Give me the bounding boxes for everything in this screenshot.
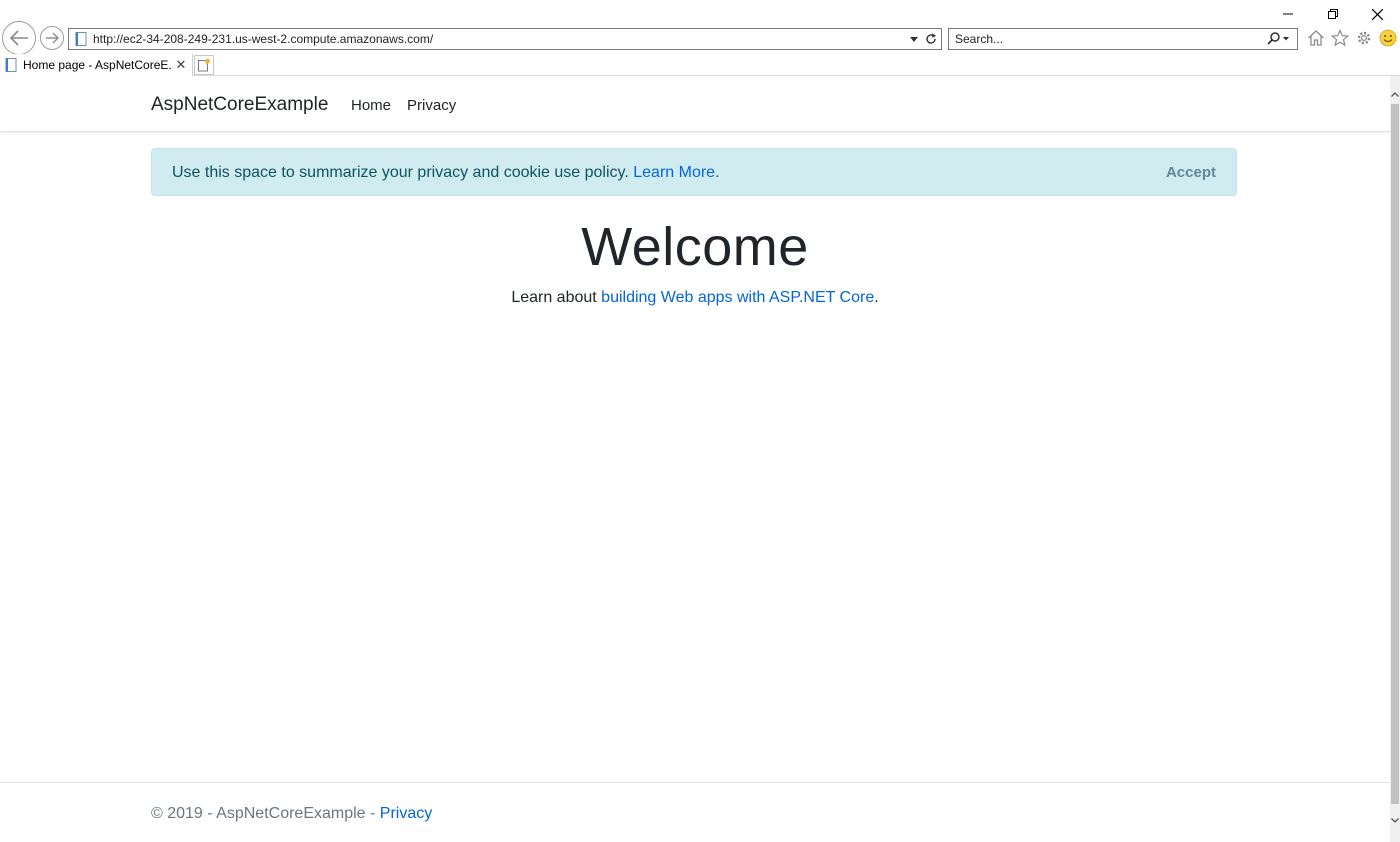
toolbar-icons	[1306, 27, 1398, 49]
address-bar[interactable]: http://ec2-34-208-249-231.us-west-2.comp…	[68, 28, 942, 50]
cookie-text-end: .	[715, 164, 720, 181]
browser-chrome: http://ec2-34-208-249-231.us-west-2.comp…	[0, 0, 1400, 76]
accept-cookies-button[interactable]: Accept	[1166, 164, 1216, 181]
address-dropdown-button[interactable]	[907, 29, 921, 49]
tab-home-page[interactable]: Home page - AspNetCoreE... ✕	[0, 54, 193, 76]
vertical-scrollbar[interactable]	[1390, 76, 1400, 842]
settings-button[interactable]	[1354, 27, 1374, 49]
site-footer: © 2019 - AspNetCoreExample - Privacy	[0, 782, 1390, 842]
new-tab-button[interactable]	[194, 55, 214, 75]
footer-copyright: © 2019 - AspNetCoreExample -	[151, 805, 376, 822]
page-icon	[73, 31, 89, 47]
feedback-button[interactable]	[1378, 27, 1398, 49]
new-tab-icon	[198, 58, 210, 72]
close-window-button[interactable]	[1355, 4, 1400, 24]
home-button[interactable]	[1306, 27, 1326, 49]
search-button[interactable]	[1261, 29, 1297, 49]
lead-suffix: .	[874, 289, 879, 306]
minimize-icon	[1282, 13, 1293, 15]
scrollbar-thumb[interactable]	[1391, 104, 1399, 804]
forward-arrow-icon	[46, 32, 59, 44]
address-url[interactable]: http://ec2-34-208-249-231.us-west-2.comp…	[93, 32, 907, 46]
nav-link-home[interactable]: Home	[351, 97, 391, 114]
chevron-down-icon	[1391, 817, 1399, 823]
cookie-policy-text: Use this space to summarize your privacy…	[172, 164, 629, 181]
back-button[interactable]	[2, 21, 36, 55]
lead-paragraph: Learn about building Web apps with ASP.N…	[0, 289, 1390, 307]
restore-icon	[1327, 9, 1338, 19]
navbar-links: Home Privacy	[351, 97, 456, 114]
search-icon	[1267, 32, 1289, 45]
close-icon	[1372, 8, 1383, 20]
footer-text: © 2019 - AspNetCoreExample - Privacy	[151, 805, 432, 823]
tab-title: Home page - AspNetCoreE...	[23, 58, 173, 72]
search-bar[interactable]	[948, 28, 1298, 50]
nav-link-privacy[interactable]: Privacy	[407, 97, 456, 114]
cookie-consent-text: Use this space to summarize your privacy…	[172, 164, 720, 182]
favorites-star-icon	[1331, 29, 1349, 47]
dropdown-icon	[910, 36, 918, 42]
minimize-button[interactable]	[1265, 4, 1310, 24]
window-controls	[1260, 4, 1400, 24]
chevron-up-icon	[1391, 91, 1399, 97]
search-input[interactable]	[949, 32, 1261, 46]
restore-button[interactable]	[1310, 4, 1355, 24]
learn-more-link[interactable]: Learn More	[633, 164, 715, 181]
navbar-brand-link[interactable]: AspNetCoreExample	[151, 94, 328, 116]
page-icon	[3, 57, 19, 73]
page-title: Welcome	[581, 217, 809, 277]
site-navbar: AspNetCoreExample Home Privacy	[0, 76, 1390, 132]
scroll-down-button[interactable]	[1390, 812, 1400, 828]
forward-button[interactable]	[40, 26, 64, 50]
home-icon	[1308, 30, 1324, 46]
tab-strip: Home page - AspNetCoreE... ✕	[0, 54, 1400, 76]
refresh-button[interactable]	[921, 29, 941, 49]
settings-gear-icon	[1357, 31, 1371, 45]
lead-prefix: Learn about	[511, 289, 597, 306]
footer-privacy-link[interactable]: Privacy	[380, 805, 432, 822]
feedback-smiley-icon	[1379, 29, 1397, 47]
tab-close-button[interactable]: ✕	[173, 57, 189, 73]
back-arrow-icon	[9, 30, 28, 46]
refresh-icon	[926, 33, 936, 44]
cookie-consent-alert: Use this space to summarize your privacy…	[151, 148, 1237, 196]
scroll-up-button[interactable]	[1390, 86, 1400, 102]
page-viewport: AspNetCoreExample Home Privacy Use this …	[0, 76, 1390, 842]
favorites-button[interactable]	[1330, 27, 1350, 49]
aspnet-docs-link[interactable]: building Web apps with ASP.NET Core	[601, 289, 874, 306]
